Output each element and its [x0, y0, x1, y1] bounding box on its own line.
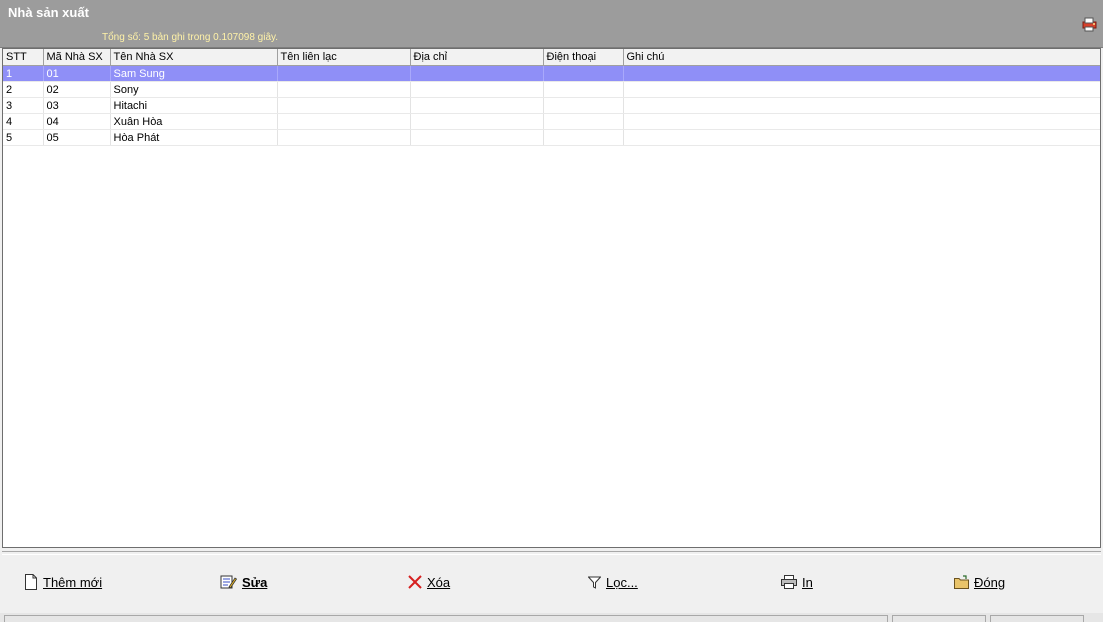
column-header-stt[interactable]: STT	[3, 49, 44, 66]
toolbar-divider	[2, 551, 1101, 555]
cell-note	[623, 113, 1100, 130]
cell-name: Hòa Phát	[110, 129, 278, 146]
cell-note	[623, 129, 1100, 146]
filter-label: Lọc...	[606, 574, 638, 590]
column-header-row: STT Mã Nhà SX Tên Nhà SX Tên liên lạc Đị…	[3, 49, 1100, 66]
status-pane	[4, 615, 888, 622]
cell-phone	[543, 129, 624, 146]
column-header-note[interactable]: Ghi chú	[623, 49, 1100, 66]
filter-funnel-icon	[588, 576, 601, 589]
table-row[interactable]: 1 01 Sam Sung	[3, 65, 1100, 82]
folder-close-icon	[954, 575, 969, 589]
cell-address	[410, 81, 544, 98]
cell-contact	[277, 97, 411, 114]
cell-name: Xuân Hòa	[110, 113, 278, 130]
cell-address	[410, 97, 544, 114]
edit-button[interactable]: Sửa	[220, 572, 267, 592]
window-header: Nhà sản xuất Tổng số: 5 bản ghi trong 0.…	[0, 0, 1103, 48]
status-pane	[990, 615, 1084, 622]
filter-button[interactable]: Lọc...	[588, 572, 638, 592]
table-row[interactable]: 4 04 Xuân Hòa	[3, 113, 1100, 130]
column-header-code[interactable]: Mã Nhà SX	[43, 49, 111, 66]
cell-note	[623, 65, 1100, 82]
column-header-phone[interactable]: Điện thoại	[543, 49, 624, 66]
cell-name: Hitachi	[110, 97, 278, 114]
cell-stt: 5	[3, 129, 44, 146]
cell-code: 02	[43, 81, 111, 98]
column-header-address[interactable]: Địa chỉ	[410, 49, 544, 66]
cell-note	[623, 81, 1100, 98]
table-row[interactable]: 3 03 Hitachi	[3, 97, 1100, 114]
edit-label: Sửa	[242, 574, 268, 590]
close-button[interactable]: Đóng	[954, 572, 1005, 592]
cell-contact	[277, 81, 411, 98]
table-row[interactable]: 2 02 Sony	[3, 81, 1100, 98]
edit-icon	[220, 574, 237, 590]
close-label: Đóng	[974, 574, 1006, 590]
window-title: Nhà sản xuất	[8, 5, 89, 20]
printer-icon[interactable]	[1080, 16, 1098, 32]
cell-stt: 3	[3, 97, 44, 114]
cell-code: 01	[43, 65, 111, 82]
cell-name: Sony	[110, 81, 278, 98]
cell-code: 05	[43, 129, 111, 146]
status-bar	[0, 613, 1103, 622]
column-header-contact[interactable]: Tên liên lạc	[277, 49, 411, 66]
cell-address	[410, 113, 544, 130]
table-row[interactable]: 5 05 Hòa Phát	[3, 129, 1100, 146]
print-label: In	[802, 574, 813, 590]
delete-x-icon	[408, 575, 422, 589]
column-header-name[interactable]: Tên Nhà SX	[110, 49, 278, 66]
cell-address	[410, 129, 544, 146]
new-document-icon	[24, 574, 38, 590]
cell-name: Sam Sung	[110, 65, 278, 82]
cell-phone	[543, 97, 624, 114]
cell-stt: 2	[3, 81, 44, 98]
cell-phone	[543, 113, 624, 130]
manufacturer-grid[interactable]: STT Mã Nhà SX Tên Nhà SX Tên liên lạc Đị…	[2, 48, 1101, 548]
cell-phone	[543, 81, 624, 98]
delete-label: Xóa	[427, 574, 451, 590]
cell-phone	[543, 65, 624, 82]
cell-stt: 1	[3, 65, 44, 82]
cell-contact	[277, 113, 411, 130]
record-summary: Tổng số: 5 bản ghi trong 0.107098 giây.	[102, 32, 279, 43]
printer-icon	[781, 575, 797, 589]
status-pane	[892, 615, 986, 622]
delete-button[interactable]: Xóa	[408, 572, 450, 592]
cell-code: 03	[43, 97, 111, 114]
cell-stt: 4	[3, 113, 44, 130]
print-button[interactable]: In	[781, 572, 813, 592]
cell-note	[623, 97, 1100, 114]
cell-address	[410, 65, 544, 82]
add-new-button[interactable]: Thêm mới	[24, 572, 102, 592]
cell-contact	[277, 65, 411, 82]
cell-code: 04	[43, 113, 111, 130]
add-new-label: Thêm mới	[43, 574, 103, 590]
cell-contact	[277, 129, 411, 146]
